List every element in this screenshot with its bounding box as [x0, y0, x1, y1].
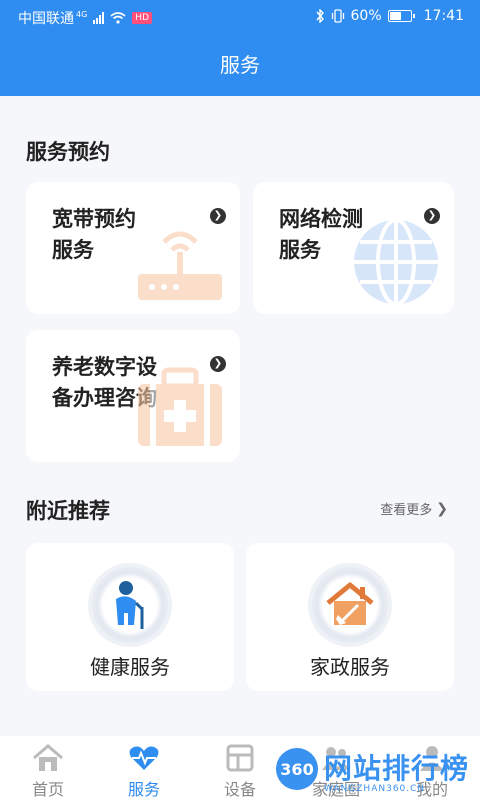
medical-kit-icon: [138, 367, 222, 446]
heartbeat-icon: [129, 746, 159, 770]
tab-label: 首页: [31, 780, 64, 799]
card-title-line2: 服务: [52, 238, 94, 262]
view-more-label: 查看更多: [380, 503, 433, 518]
battery-icon: [387, 10, 415, 22]
globe-icon: [354, 218, 438, 306]
signal-icon: [93, 12, 105, 24]
recommend-label: 健康服务: [90, 655, 170, 679]
device-icon: [226, 744, 254, 772]
view-more-link[interactable]: 查看更多 ❯: [380, 499, 448, 519]
section-title-booking: 服务预约: [26, 140, 110, 164]
card-title: 宽带预约 服务: [52, 204, 136, 266]
clock-time: 17:41: [423, 8, 464, 24]
home-icon: [33, 744, 63, 771]
section-title-nearby: 附近推荐: [26, 499, 110, 523]
card-network-check[interactable]: 网络检测 服务 ❯: [253, 182, 454, 314]
hd-badge: HD: [132, 12, 152, 24]
elderly-person-icon: [92, 567, 168, 643]
watermark-overlay: 360 网站排行榜 WANGZHAN360.CN: [276, 740, 476, 798]
tab-label: 服务: [127, 780, 160, 799]
watermark-logo: 360: [276, 748, 318, 790]
card-broadband-booking[interactable]: 宽带预约 服务 ❯: [26, 182, 240, 314]
page-title: 服务: [0, 34, 480, 96]
bluetooth-icon: [315, 9, 324, 23]
carrier-name: 中国联通: [18, 11, 74, 27]
recommend-housekeeping-service[interactable]: 家政服务: [246, 543, 454, 691]
status-bar: 中国联通 4G HD 60% 17:41: [0, 0, 480, 34]
card-title-line1: 宽带预约: [52, 207, 136, 231]
wifi-icon: [110, 12, 126, 24]
vibrate-icon: [331, 9, 344, 23]
tab-service[interactable]: 服务: [96, 736, 192, 800]
tab-device[interactable]: 设备: [192, 736, 288, 800]
network-type: 4G: [76, 9, 88, 19]
router-icon: [138, 231, 222, 300]
tab-label: 设备: [223, 780, 256, 799]
tab-home[interactable]: 首页: [0, 736, 96, 800]
recommend-label: 家政服务: [310, 655, 390, 679]
watermark-text: 网站排行榜: [324, 752, 470, 785]
chevron-right-icon: ❯: [436, 500, 448, 517]
house-cleaning-icon: [312, 567, 388, 643]
card-elderly-digital-consult[interactable]: 养老数字设 备办理咨询 ❯: [26, 330, 240, 462]
battery-percent: 60%: [350, 8, 382, 24]
watermark-subtext: WANGZHAN360.CN: [324, 784, 426, 794]
recommend-health-service[interactable]: 健康服务: [26, 543, 234, 691]
